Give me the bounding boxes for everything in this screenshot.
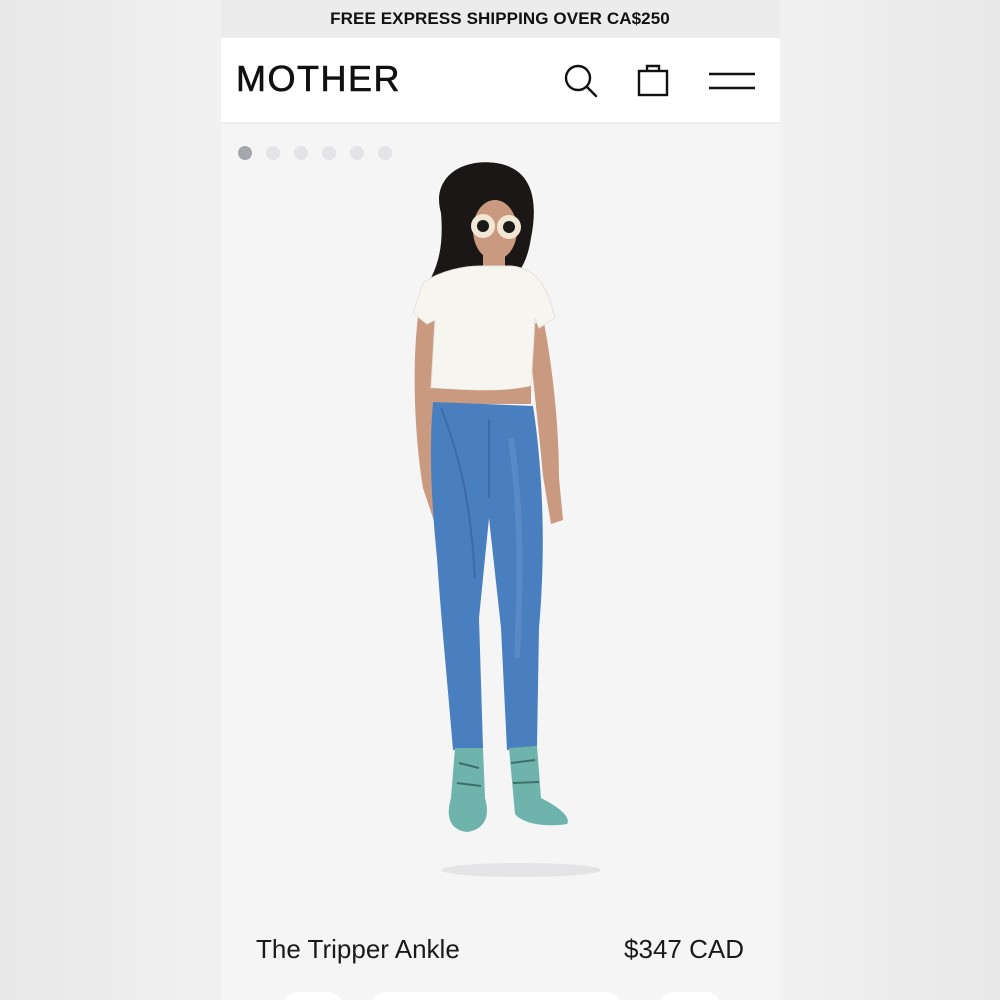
- search-icon: [564, 64, 598, 98]
- carousel-dot[interactable]: [266, 146, 280, 160]
- page-background-right: [780, 0, 1000, 1000]
- mobile-viewport: MOTHER The Tripper Ankle $347 CAD: [221, 38, 780, 1000]
- page-background-left: [0, 0, 221, 1000]
- site-header: MOTHER: [221, 38, 780, 124]
- promo-banner: FREE EXPRESS SHIPPING OVER CA$250: [0, 0, 1000, 38]
- promo-banner-text: FREE EXPRESS SHIPPING OVER CA$250: [330, 9, 670, 28]
- brand-logo[interactable]: MOTHER: [236, 58, 401, 100]
- product-photo[interactable]: [371, 158, 631, 878]
- hamburger-menu-icon: [709, 72, 755, 90]
- carousel-dot[interactable]: [294, 146, 308, 160]
- shopping-bag-button[interactable]: [633, 60, 673, 100]
- bottom-control-right[interactable]: [659, 992, 721, 1000]
- menu-button[interactable]: [707, 60, 757, 100]
- carousel-dot[interactable]: [238, 146, 252, 160]
- carousel-dot[interactable]: [350, 146, 364, 160]
- bottom-controls-partial: [221, 988, 780, 1000]
- search-button[interactable]: [560, 60, 600, 100]
- carousel-indicator: [238, 146, 392, 160]
- bottom-control-left[interactable]: [283, 992, 343, 1000]
- product-price: $347 CAD: [624, 934, 744, 964]
- carousel-dot[interactable]: [322, 146, 336, 160]
- bottom-control-center[interactable]: [371, 992, 621, 1000]
- product-name[interactable]: The Tripper Ankle: [256, 934, 460, 965]
- shopping-bag-icon: [637, 64, 669, 97]
